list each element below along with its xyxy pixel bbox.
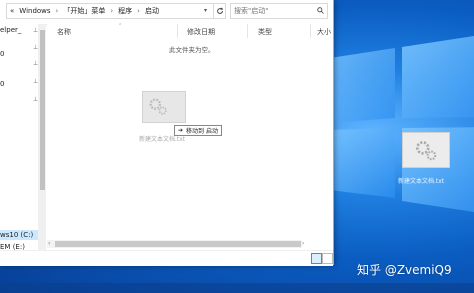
address-bar[interactable]: « Windows › 「开始」菜单 › 程序 › 启动: [6, 3, 214, 19]
move-to-text: 移动到 启动: [186, 128, 218, 135]
move-to-tooltip: ➔ 移动到 启动: [174, 125, 222, 136]
scroll-right-icon[interactable]: ›: [302, 240, 304, 247]
status-bar: [0, 250, 333, 266]
column-header-date[interactable]: 修改日期: [187, 27, 215, 37]
column-header-type[interactable]: 类型: [258, 27, 272, 37]
desktop-file-icon[interactable]: [402, 132, 450, 168]
breadcrumb-start-menu[interactable]: 「开始」菜单: [63, 6, 105, 16]
nav-item-drive-c[interactable]: ws10 (C:): [0, 231, 33, 239]
column-divider[interactable]: [177, 24, 178, 38]
nav-item-helper[interactable]: elper_: [0, 26, 21, 34]
breadcrumb-separator-icon[interactable]: ›: [110, 7, 113, 15]
breadcrumb-separator-icon[interactable]: ›: [56, 7, 59, 15]
breadcrumb-windows[interactable]: Windows: [19, 7, 50, 15]
gear-icon: [149, 98, 167, 115]
refresh-icon: [216, 7, 223, 14]
address-dropdown-icon[interactable]: ▾: [204, 7, 207, 14]
column-divider[interactable]: [247, 24, 248, 38]
large-icons-view-button[interactable]: [322, 253, 333, 264]
desktop-file-label[interactable]: 新建文本文档.txt: [398, 176, 444, 185]
gear-icon: [415, 141, 437, 161]
address-overflow-icon[interactable]: «: [10, 7, 14, 15]
sort-arrow-icon: ⌃: [118, 23, 123, 29]
column-divider[interactable]: [310, 24, 311, 38]
search-box[interactable]: [230, 3, 328, 19]
breadcrumb-programs[interactable]: 程序: [118, 6, 132, 16]
scroll-left-icon[interactable]: ‹: [48, 240, 50, 247]
refresh-button[interactable]: [214, 3, 226, 19]
horizontal-scrollbar-thumb[interactable]: [55, 241, 301, 247]
address-bar-row: « Windows › 「开始」菜单 › 程序 › 启动 ▾: [0, 0, 333, 25]
nav-item[interactable]: 0: [0, 80, 4, 88]
search-icon: [317, 7, 324, 14]
column-header-size[interactable]: 大小: [317, 27, 331, 37]
search-input[interactable]: [231, 6, 320, 16]
column-header-name[interactable]: 名称: [57, 27, 71, 37]
horizontal-scrollbar[interactable]: ‹: [47, 240, 302, 248]
file-list-pane[interactable]: ⌃ 名称 修改日期 类型 大小 此文件夹为空。 新建文本文档.txt ➔ 移动到…: [47, 23, 333, 250]
move-arrow-icon: ➔: [178, 127, 184, 134]
breadcrumb-startup[interactable]: 启动: [145, 6, 159, 16]
file-explorer-window: « Windows › 「开始」菜单 › 程序 › 启动 ▾ elper_: [0, 0, 334, 266]
nav-item[interactable]: 0: [0, 50, 4, 58]
breadcrumb-separator-icon[interactable]: ›: [137, 7, 140, 15]
dragged-file-ghost: [142, 91, 186, 123]
watermark: 知乎 @ZvemiQ9: [357, 263, 452, 277]
nav-scrollbar-thumb[interactable]: [40, 30, 45, 190]
details-view-button[interactable]: [311, 253, 322, 264]
empty-folder-message: 此文件夹为空。: [169, 46, 215, 54]
taskbar-edge: [0, 283, 474, 293]
